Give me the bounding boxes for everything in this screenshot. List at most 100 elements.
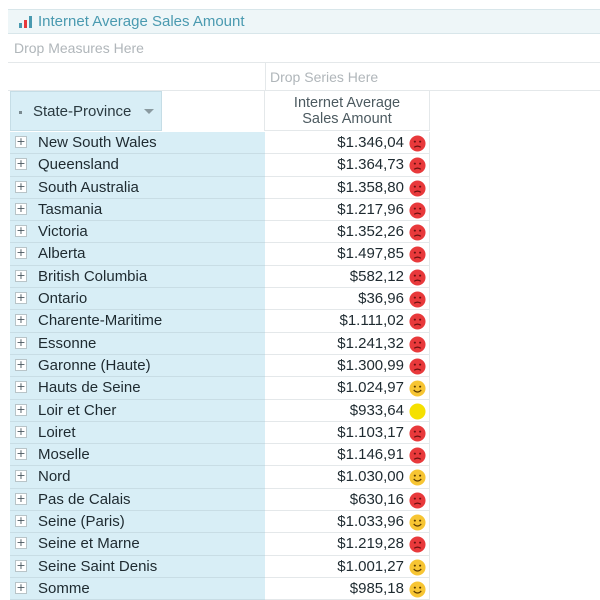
state-name: Garonne (Haute) [38,356,151,374]
pivot-title-bar: Internet Average Sales Amount [8,9,600,34]
sales-amount: $1.103,17 [337,423,404,441]
state-name: Essonne [38,334,97,352]
expand-icon[interactable]: + [15,269,27,282]
sales-amount: $933,64 [349,401,404,419]
table-row: + British Columbia $582,12 [10,265,430,289]
header-spacer [162,91,265,131]
sad-face-icon [409,425,426,442]
column-header-line2: Sales Amount [302,111,392,127]
sad-face-icon [409,135,426,152]
state-name: Somme [38,579,90,597]
table-row: + South Australia $1.358,80 [10,176,430,199]
sad-face-icon [409,224,426,241]
row-label-cell: + Charente-Maritime [10,310,265,333]
expand-icon[interactable]: + [15,225,27,238]
expand-icon[interactable]: + [15,180,27,193]
row-label-cell: + Alberta [10,243,265,266]
sales-amount: $1.219,28 [337,535,404,553]
sales-amount: $1.358,80 [337,178,404,196]
expand-icon[interactable]: + [15,448,27,461]
row-label-cell: + South Australia [10,176,265,199]
table-row: + New South Wales $1.346,04 [10,132,430,155]
sales-amount: $1.352,26 [337,223,404,241]
table-row: + Seine et Marne $1.219,28 [10,533,430,556]
state-name: Seine Saint Denis [38,557,158,575]
row-label-cell: + Loir et Cher [10,399,265,422]
table-row: + Alberta $1.497,85 [10,243,430,266]
value-cell: $582,12 [265,265,430,289]
sad-face-icon [409,269,426,286]
table-row: + Loir et Cher $933,64 [10,399,430,422]
value-cell: $36,96 [265,288,430,311]
expand-icon[interactable]: + [15,314,27,327]
expand-icon[interactable]: + [15,559,27,572]
state-name: Tasmania [38,200,103,218]
sad-face-icon [409,157,426,174]
value-cell: $1.033,96 [265,511,430,534]
expand-icon[interactable]: + [15,515,27,528]
state-name: Charente-Maritime [38,312,163,330]
expand-icon[interactable]: + [15,381,27,394]
state-name: Queensland [38,156,119,174]
expand-icon[interactable]: + [15,403,27,416]
state-name: Nord [38,468,71,486]
row-label-cell: + Pas de Calais [10,488,265,512]
row-label-cell: + Somme [10,577,265,600]
row-label-cell: + Queensland [10,154,265,177]
expand-icon[interactable]: + [15,470,27,483]
row-label-cell: + Seine (Paris) [10,511,265,534]
state-name: Moselle [38,446,90,464]
sad-face-icon [409,202,426,219]
smiley-face-icon [409,469,426,486]
expand-icon[interactable]: + [15,202,27,215]
state-name: Loiret [38,423,76,441]
bar-chart-icon [19,16,32,28]
table-row: + Moselle $1.146,91 [10,444,430,467]
sort-dropdown-icon[interactable] [144,109,154,114]
data-rows: + New South Wales $1.346,04 + Queensland $1.3… [10,132,430,600]
pivot-grid: Internet Average Sales Amount Drop Measu… [0,0,600,600]
drop-series-zone[interactable]: Drop Series Here [270,69,378,85]
sales-amount: $36,96 [358,290,404,308]
drop-measures-zone[interactable]: Drop Measures Here [8,34,600,63]
value-cell: $1.111,02 [265,310,430,333]
table-row: + Somme $985,18 [10,577,430,600]
expand-icon[interactable]: + [15,247,27,260]
expand-icon[interactable]: + [15,336,27,349]
expand-icon[interactable]: + [15,158,27,171]
expand-icon[interactable]: + [15,492,27,505]
row-label-cell: + British Columbia [10,265,265,289]
expand-icon[interactable]: + [15,136,27,148]
expand-icon[interactable]: + [15,425,27,438]
pivot-title: Internet Average Sales Amount [38,13,245,30]
expand-icon[interactable]: + [15,358,27,371]
row-label-cell: + Hauts de Seine [10,377,265,400]
value-cell: $1.103,17 [265,421,430,445]
drag-handle-icon[interactable] [19,111,22,114]
row-label-cell: + Moselle [10,444,265,467]
table-row: + Seine (Paris) $1.033,96 [10,511,430,534]
value-cell: $1.364,73 [265,154,430,177]
value-cell: $1.219,28 [265,533,430,556]
smiley-face-icon [409,559,426,576]
row-label-cell: + Tasmania [10,198,265,222]
sales-amount: $1.146,91 [337,446,404,464]
value-cell: $1.497,85 [265,243,430,266]
sales-amount: $1.111,02 [339,312,404,330]
series-row: Drop Series Here [8,63,600,91]
expand-icon[interactable]: + [15,537,27,550]
table-row: + Garonne (Haute) $1.300,99 [10,354,430,378]
row-header-state-province[interactable]: State-Province [10,91,162,131]
sales-amount: $630,16 [349,490,404,508]
value-cell: $1.030,00 [265,466,430,489]
expand-icon[interactable]: + [15,581,27,594]
row-label-cell: + Garonne (Haute) [10,354,265,378]
table-row: + Queensland $1.364,73 [10,154,430,177]
value-cell: $1.024,97 [265,377,430,400]
expand-icon[interactable]: + [15,292,27,305]
sales-amount: $1.024,97 [337,379,404,397]
state-name: Hauts de Seine [38,379,141,397]
row-label-cell: + Seine et Marne [10,533,265,556]
row-header-label: State-Province [33,103,132,120]
sales-amount: $1.241,32 [337,334,404,352]
